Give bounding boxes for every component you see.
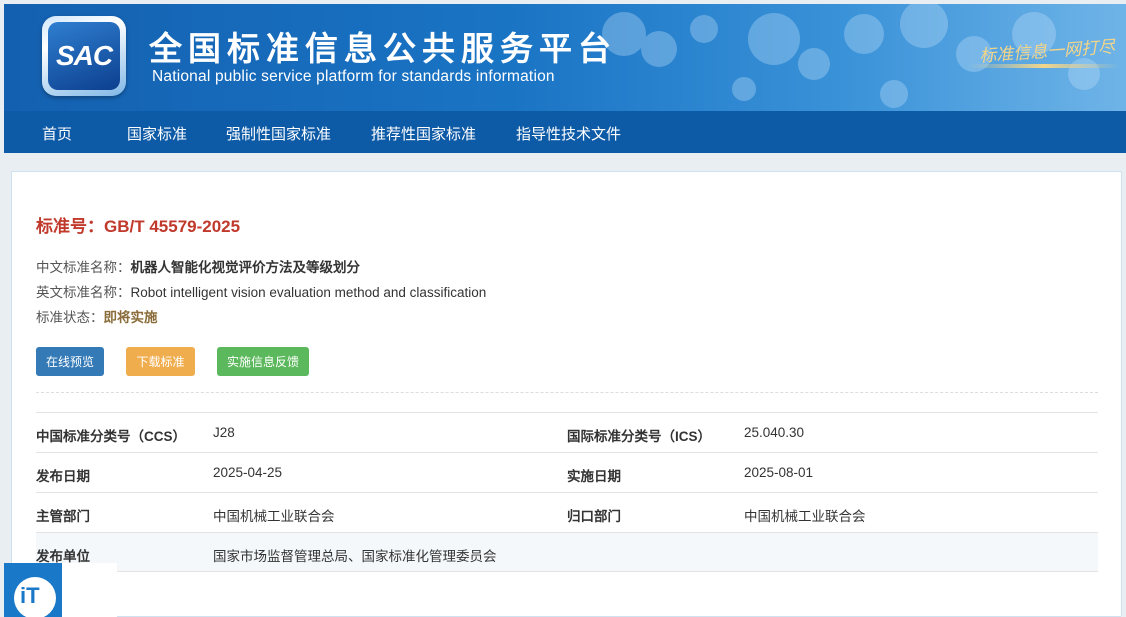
- issuer-value: 国家市场监督管理总局、国家标准化管理委员会: [213, 549, 497, 564]
- publish-date-label: 发布日期: [36, 469, 90, 484]
- logo-text: SAC: [55, 40, 113, 71]
- status-label: 标准状态：: [36, 310, 104, 325]
- watermark-logo: iT: [4, 563, 117, 617]
- site-title-cn: 全国标准信息公共服务平台: [149, 29, 617, 68]
- ccs-value: J28: [213, 425, 235, 440]
- responsible-dept-label: 归口部门: [567, 509, 621, 524]
- standard-number: 标准号：GB/T 45579-2025: [36, 212, 240, 237]
- nav-item-home[interactable]: 首页: [42, 123, 72, 144]
- status-badge: 即将实施: [103, 310, 158, 325]
- main-nav: 首页 国家标准 强制性国家标准 推荐性国家标准 指导性技术文件: [4, 111, 1126, 153]
- en-name-value: Robot intelligent vision evaluation meth…: [130, 285, 487, 300]
- competent-dept-label: 主管部门: [36, 509, 90, 524]
- download-standard-button[interactable]: 下载标准: [126, 347, 195, 376]
- site-title-en: National public service platform for sta…: [152, 68, 555, 85]
- standard-detail-card: 标准号：GB/T 45579-2025 中文标准名称：机器人智能化视觉评价方法及…: [11, 171, 1122, 617]
- implement-date-label: 实施日期: [567, 469, 621, 484]
- nav-item-mandatory-standards[interactable]: 强制性国家标准: [226, 123, 331, 144]
- en-name-line: 英文标准名称：Robot intelligent vision evaluati…: [36, 281, 486, 301]
- cn-name-value: 机器人智能化视觉评价方法及等级划分: [130, 260, 361, 275]
- cn-name-label: 中文标准名称：: [36, 260, 131, 275]
- cn-name-line: 中文标准名称：机器人智能化视觉评价方法及等级划分: [36, 256, 360, 276]
- online-preview-button[interactable]: 在线预览: [36, 347, 104, 376]
- sac-logo[interactable]: SAC: [42, 16, 126, 96]
- issuer-label: 发布单位: [36, 549, 90, 564]
- nav-item-national-standards[interactable]: 国家标准: [127, 123, 187, 144]
- standard-number-value: GB/T 45579-2025: [104, 217, 241, 236]
- implement-date-value: 2025-08-01: [744, 465, 814, 480]
- ccs-label: 中国标准分类号（CCS）: [36, 429, 187, 444]
- publish-date-value: 2025-04-25: [213, 465, 283, 480]
- watermark-icon: iT: [14, 577, 56, 617]
- table-row: 发布单位 国家市场监督管理总局、国家标准化管理委员会: [36, 532, 1098, 572]
- site-header: SAC 全国标准信息公共服务平台 National public service…: [4, 4, 1126, 111]
- watermark-text: iT: [20, 583, 40, 608]
- competent-dept-value: 中国机械工业联合会: [213, 509, 335, 524]
- nav-item-guidance-documents[interactable]: 指导性技术文件: [516, 123, 621, 144]
- details-table: 中国标准分类号（CCS） J28 国际标准分类号（ICS） 25.040.30 …: [36, 412, 1098, 572]
- implementation-feedback-button[interactable]: 实施信息反馈: [217, 347, 309, 376]
- ics-value: 25.040.30: [744, 425, 805, 440]
- ics-label: 国际标准分类号（ICS）: [567, 429, 712, 444]
- standard-number-label: 标准号：: [36, 217, 104, 236]
- nav-item-recommended-standards[interactable]: 推荐性国家标准: [371, 123, 476, 144]
- table-row: 发布日期 2025-04-25 实施日期 2025-08-01: [36, 452, 1098, 492]
- table-row: 中国标准分类号（CCS） J28 国际标准分类号（ICS） 25.040.30: [36, 412, 1098, 452]
- en-name-label: 英文标准名称：: [36, 285, 131, 300]
- table-row: 主管部门 中国机械工业联合会 归口部门 中国机械工业联合会: [36, 492, 1098, 532]
- responsible-dept-value: 中国机械工业联合会: [744, 509, 866, 524]
- divider: [36, 392, 1098, 393]
- status-line: 标准状态：即将实施: [36, 306, 158, 326]
